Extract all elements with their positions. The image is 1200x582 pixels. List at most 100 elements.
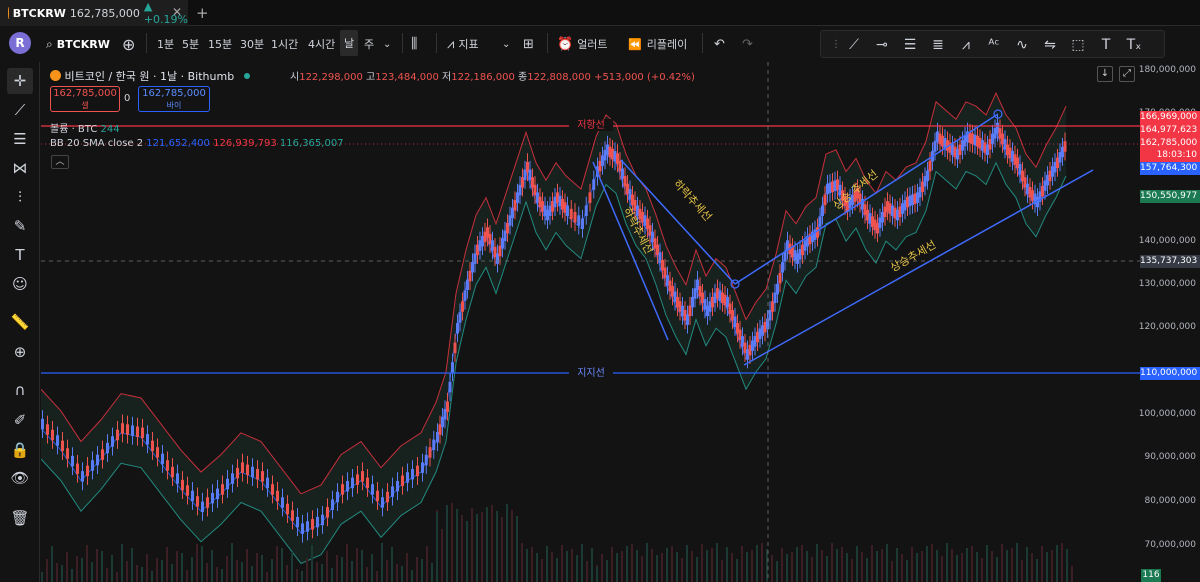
candle-body — [396, 480, 399, 492]
fib-tool-icon[interactable]: ☰ — [7, 126, 33, 152]
magnet-icon[interactable]: ∩ — [7, 377, 33, 403]
volume-bar — [1021, 560, 1023, 582]
candle-body — [416, 465, 419, 477]
sell-price: 162,785,000 — [53, 88, 117, 99]
bb-lower-tag: 150,550,977 — [1140, 190, 1200, 203]
lock-icon[interactable]: 🔒 — [7, 437, 33, 463]
brush-tool-icon[interactable]: ✎ — [7, 213, 33, 239]
new-tab-button[interactable]: + — [196, 4, 209, 22]
indicators-chevron-icon[interactable]: ⌄ — [502, 27, 510, 61]
indicators-button[interactable]: ⩘ 지표 — [447, 27, 479, 61]
interval-5m[interactable]: 5분 — [182, 27, 199, 61]
volume-bar — [226, 556, 228, 582]
chart-title: 비트코인 / 한국 원 · 1날 · Bithumb — [64, 70, 235, 83]
price-axis[interactable]: 180,000,000 170,000,000 140,000,000 130,… — [1138, 62, 1200, 582]
interval-1h[interactable]: 1시간 — [271, 27, 298, 61]
rectangle-icon[interactable]: ⬚ — [1067, 34, 1089, 56]
parallel-channel-icon[interactable]: ☰ — [899, 34, 921, 56]
interval-1d[interactable]: 날 — [340, 30, 359, 56]
redo-icon[interactable]: ↷ — [742, 27, 753, 61]
user-avatar[interactable]: R — [9, 32, 31, 54]
volume-bar — [896, 567, 898, 582]
scroll-down-icon[interactable]: ↓ — [1097, 66, 1113, 82]
pattern-icon[interactable]: ⩘ — [955, 34, 977, 56]
compare-symbol-icon[interactable]: ⊕ — [122, 27, 135, 61]
buy-button[interactable]: 162,785,000 바이 — [138, 86, 210, 112]
eye-icon[interactable]: 👁 — [7, 465, 33, 491]
fib-retracement-icon[interactable]: ≣ — [927, 34, 949, 56]
volume-bar — [316, 562, 318, 582]
sell-button[interactable]: 162,785,000 셀 — [50, 86, 120, 112]
close-tab-icon[interactable]: ✕ — [172, 5, 182, 19]
volume-bar — [241, 562, 243, 582]
replay-button[interactable]: ⏪ 리플레이 — [628, 27, 687, 61]
prediction-tool-icon[interactable]: ⫶ — [7, 184, 33, 210]
volume-bar — [806, 570, 808, 582]
volume-bar — [641, 556, 643, 582]
horizontal-ray-icon[interactable]: ⊸ — [871, 34, 893, 56]
volume-bar — [921, 570, 923, 582]
volume-bar — [546, 565, 548, 582]
bb-indicator-legend[interactable]: BB 20 SMA close 2 121,652,400 126,939,79… — [50, 138, 344, 149]
volume-bar — [351, 561, 353, 582]
candle-body — [66, 448, 69, 459]
elliott-wave-icon[interactable]: ∿ — [1011, 34, 1033, 56]
candle-body — [281, 497, 284, 508]
interval-4h[interactable]: 4시간 — [308, 27, 335, 61]
volume-bar — [466, 521, 468, 582]
abcd-pattern-icon[interactable]: ᴬᶜ — [983, 34, 1005, 56]
symbol-search-button[interactable]: ⌕ BTCKRW — [46, 27, 110, 61]
volume-indicator-legend[interactable]: 볼륨 · BTC 244 — [50, 120, 120, 135]
candle-body — [56, 435, 59, 446]
price-tick: 100,000,000 — [1138, 409, 1196, 419]
candlestick-icon[interactable]: ⫼ — [411, 27, 417, 61]
fullscreen-icon[interactable]: ⤢ — [1119, 66, 1135, 82]
candle-body — [366, 477, 369, 489]
chevron-down-icon[interactable]: ⌄ — [383, 27, 391, 61]
interval-1w[interactable]: 주 — [364, 27, 374, 61]
price-tick: 130,000,000 — [1138, 279, 1196, 289]
volume-bar — [666, 548, 668, 582]
ruler-icon[interactable]: 📏 — [7, 309, 33, 335]
volume-bar — [851, 559, 853, 582]
crosshair-icon[interactable]: ✛ — [7, 68, 33, 94]
position-icon[interactable]: ⇋ — [1039, 34, 1061, 56]
candle-body — [161, 453, 164, 465]
candle-body — [71, 455, 74, 467]
lock-pencil-icon[interactable]: ✐ — [7, 407, 33, 433]
zoom-in-icon[interactable]: ⊕ — [7, 339, 33, 365]
candle-body — [256, 468, 259, 480]
close-label: 종 — [518, 72, 528, 83]
collapse-legend-button[interactable]: ︿ — [51, 155, 69, 169]
volume-bar — [951, 549, 953, 582]
emoji-tool-icon[interactable]: ☺ — [7, 271, 33, 297]
interval-30m[interactable]: 30분 — [240, 27, 264, 61]
pattern-tool-icon[interactable]: ⋈ — [7, 155, 33, 181]
interval-1m[interactable]: 1분 — [157, 27, 174, 61]
support-label: 지지선 — [577, 367, 605, 379]
volume-bar — [41, 572, 43, 582]
trend-line-tool-icon[interactable]: ⟋ — [7, 97, 33, 123]
volume-value: 244 — [100, 124, 120, 135]
undo-icon[interactable]: ↶ — [714, 27, 725, 61]
candle-body — [421, 462, 424, 473]
volume-bar — [586, 561, 588, 582]
alert-button[interactable]: ⏰ 얼러트 — [557, 27, 608, 61]
downtrend-label-2: 하락추세선 — [671, 177, 715, 224]
text-note-icon[interactable]: Tₓ — [1123, 34, 1145, 56]
layout-grid-icon[interactable]: ⊞ — [523, 27, 534, 61]
candle-body — [301, 523, 304, 534]
chart-tab[interactable]: BTCKRW 162,785,000 ▲ +0.19% ✕ — [0, 0, 188, 26]
volume-bar — [331, 568, 333, 582]
volume-bar — [981, 558, 983, 582]
text-icon[interactable]: T — [1095, 34, 1117, 56]
trash-icon[interactable]: 🗑 — [7, 505, 33, 531]
volume-bar — [811, 557, 813, 582]
text-tool-icon[interactable]: T — [7, 242, 33, 268]
resistance-label: 저항선 — [577, 119, 605, 131]
volume-bar — [451, 522, 453, 582]
indicators-icon: ⩘ — [447, 36, 455, 52]
trend-line-icon[interactable]: ⟋ — [843, 34, 865, 56]
interval-15m[interactable]: 15분 — [208, 27, 232, 61]
candle-body — [316, 516, 319, 528]
